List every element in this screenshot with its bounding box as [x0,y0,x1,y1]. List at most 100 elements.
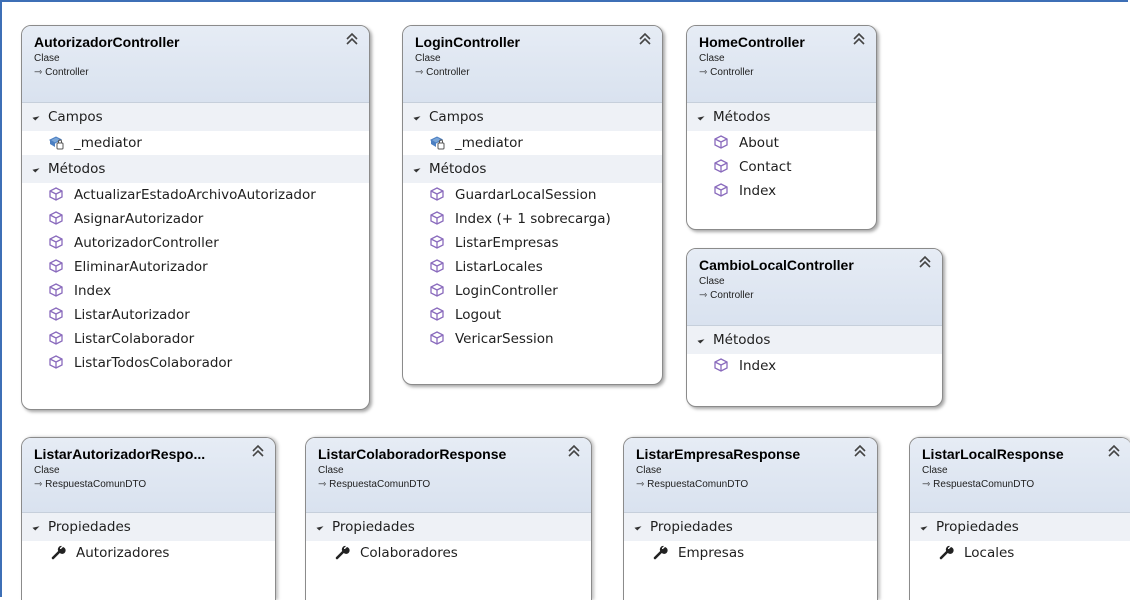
method-item[interactable]: ListarColaborador [22,327,369,351]
method-item[interactable]: Index [22,279,369,303]
class-name: ListarEmpresaResponse [636,446,801,462]
double-chevron-up-icon[interactable] [1107,444,1121,458]
member-label: VericarSession [455,331,554,347]
double-chevron-up-icon[interactable] [638,32,652,46]
method-item[interactable]: Index (+ 1 sobrecarga) [403,207,662,231]
method-item[interactable]: About [687,131,876,155]
property-item[interactable]: Autorizadores [22,541,275,565]
method-item[interactable]: ListarTodosColaborador [22,351,369,375]
double-chevron-up-icon[interactable] [853,444,867,458]
class-kind: Clase [922,465,948,476]
section-propiedades[interactable]: Propiedades [910,513,1130,541]
triangle-expanded-icon[interactable] [32,113,40,121]
method-item[interactable]: ListarLocales [403,255,662,279]
section-propiedades[interactable]: Propiedades [624,513,877,541]
class-login-controller[interactable]: LoginController Clase ⇾ Controller Campo… [402,25,663,385]
class-listar-empresa-response[interactable]: ListarEmpresaResponse Clase ⇾ RespuestaC… [623,437,878,600]
section-campos[interactable]: Campos [22,103,369,131]
class-header: CambioLocalController Clase ⇾ Controller [687,249,942,326]
section-metodos[interactable]: Métodos [687,326,942,354]
method-item[interactable]: Index [687,179,876,203]
class-base: ⇾ Controller [415,67,652,78]
section-metodos[interactable]: Métodos [403,155,662,183]
double-chevron-up-icon[interactable] [852,32,866,46]
member-label: ActualizarEstadoArchivoAutorizador [74,187,316,203]
section-propiedades[interactable]: Propiedades [306,513,591,541]
class-listar-autorizador-response[interactable]: ListarAutorizadorRespo... Clase ⇾ Respue… [21,437,276,600]
property-item[interactable]: Locales [910,541,1130,565]
section-metodos[interactable]: Métodos [22,155,369,183]
member-label: ListarEmpresas [455,235,559,251]
class-base: ⇾ RespuestaComunDTO [34,479,265,490]
section-campos[interactable]: Campos [403,103,662,131]
class-name: ListarLocalResponse [922,446,1064,462]
base-class-name: Controller [710,290,754,301]
class-kind: Clase [415,53,441,64]
member-label: Empresas [678,545,745,561]
double-chevron-up-icon[interactable] [918,255,932,269]
class-home-controller[interactable]: HomeController Clase ⇾ Controller Método… [686,25,877,230]
method-item[interactable]: Logout [403,303,662,327]
method-cube-icon [430,235,444,249]
double-chevron-up-icon[interactable] [345,32,359,46]
method-item[interactable]: ActualizarEstadoArchivoAutorizador [22,183,369,207]
property-item[interactable]: Empresas [624,541,877,565]
method-item[interactable]: ListarAutorizador [22,303,369,327]
section-title: Propiedades [48,519,131,535]
triangle-expanded-icon[interactable] [697,113,705,121]
base-class-name: Controller [426,67,470,78]
property-item[interactable]: Colaboradores [306,541,591,565]
class-cambiolocal-controller[interactable]: CambioLocalController Clase ⇾ Controller… [686,248,943,407]
member-label: Autorizadores [76,545,170,561]
method-cube-icon [49,235,63,249]
member-label: _mediator [455,135,523,151]
field-item[interactable]: _mediator [403,131,662,155]
class-base: ⇾ Controller [699,290,932,301]
class-listar-local-response[interactable]: ListarLocalResponse Clase ⇾ RespuestaCom… [909,437,1130,600]
double-chevron-up-icon[interactable] [567,444,581,458]
method-cube-icon [714,135,728,149]
class-name: HomeController [699,34,805,50]
method-item[interactable]: EliminarAutorizador [22,255,369,279]
method-item[interactable]: Contact [687,155,876,179]
section-propiedades[interactable]: Propiedades [22,513,275,541]
triangle-expanded-icon[interactable] [32,523,40,531]
triangle-expanded-icon[interactable] [316,523,324,531]
method-cube-icon [49,355,63,369]
triangle-expanded-icon[interactable] [413,165,421,173]
member-label: Index [739,183,777,199]
method-item[interactable]: ListarEmpresas [403,231,662,255]
section-title: Métodos [713,109,771,125]
member-label: Contact [739,159,792,175]
field-item[interactable]: _mediator [22,131,369,155]
class-base: ⇾ RespuestaComunDTO [922,479,1121,490]
method-item[interactable]: AsignarAutorizador [22,207,369,231]
triangle-expanded-icon[interactable] [413,113,421,121]
method-item[interactable]: LoginController [403,279,662,303]
member-label: ListarLocales [455,259,543,275]
method-item[interactable]: GuardarLocalSession [403,183,662,207]
method-item[interactable]: Index [687,354,942,378]
class-autorizador-controller[interactable]: AutorizadorController Clase ⇾ Controller… [21,25,370,410]
method-item[interactable]: AutorizadorController [22,231,369,255]
method-cube-icon [430,283,444,297]
member-label: Colaboradores [360,545,458,561]
method-item[interactable]: VericarSession [403,327,662,351]
section-metodos[interactable]: Métodos [687,103,876,131]
member-label: About [739,135,779,151]
member-label: Index (+ 1 sobrecarga) [455,211,611,227]
member-label: EliminarAutorizador [74,259,208,275]
class-kind: Clase [34,53,60,64]
triangle-expanded-icon[interactable] [634,523,642,531]
double-chevron-up-icon[interactable] [251,444,265,458]
section-title: Propiedades [650,519,733,535]
triangle-expanded-icon[interactable] [697,336,705,344]
inheritance-arrow-icon: ⇾ [415,67,424,78]
class-listar-colaborador-response[interactable]: ListarColaboradorResponse Clase ⇾ Respue… [305,437,592,600]
triangle-expanded-icon[interactable] [920,523,928,531]
base-class-name: RespuestaComunDTO [933,479,1035,490]
triangle-expanded-icon[interactable] [32,165,40,173]
member-label: ListarTodosColaborador [74,355,233,371]
wrench-property-icon [653,545,668,560]
class-name: LoginController [415,34,520,50]
